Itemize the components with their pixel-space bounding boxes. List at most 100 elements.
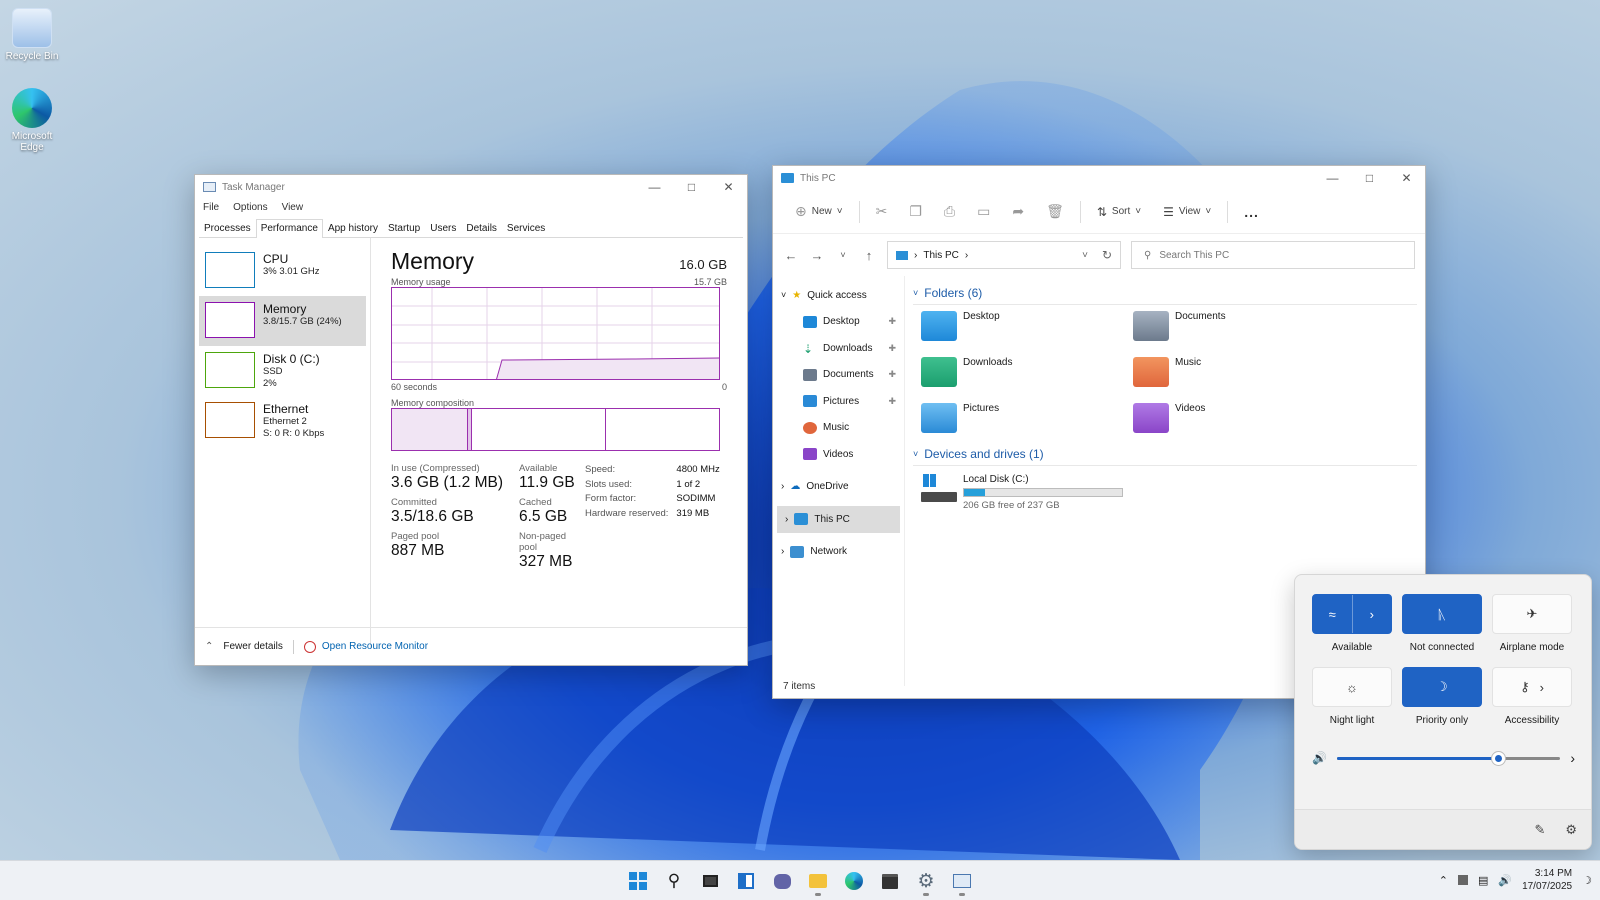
menu-view[interactable]: View bbox=[282, 202, 304, 213]
nav-quick-access[interactable]: ˅ ★ Quick access bbox=[773, 282, 904, 309]
store-taskbar-button[interactable] bbox=[874, 865, 906, 897]
bluetooth-tile[interactable]: ᚣ Not connected bbox=[1402, 594, 1482, 653]
volume-knob[interactable] bbox=[1491, 751, 1505, 765]
tab-services[interactable]: Services bbox=[502, 219, 550, 237]
airplane-mode-tile[interactable]: ✈ Airplane mode bbox=[1492, 594, 1572, 653]
task-manager-titlebar[interactable]: Task Manager — □ ✕ bbox=[195, 175, 747, 199]
forward-arrow-icon[interactable]: → bbox=[809, 248, 825, 263]
airplane-icon[interactable]: ✈ bbox=[1492, 594, 1572, 634]
nav-network[interactable]: › Network bbox=[773, 539, 904, 566]
tab-processes[interactable]: Processes bbox=[199, 219, 256, 237]
folder-documents[interactable]: Documents bbox=[1133, 311, 1345, 347]
nav-documents[interactable]: Documents ✚ bbox=[773, 362, 904, 389]
start-button[interactable] bbox=[622, 865, 654, 897]
folder-videos[interactable]: Videos bbox=[1133, 403, 1345, 439]
tab-performance[interactable]: Performance bbox=[255, 219, 323, 238]
paste-button[interactable]: ⎙ bbox=[938, 199, 961, 224]
sort-button[interactable]: ⇅ Sort ˅ bbox=[1091, 201, 1147, 223]
open-resource-monitor-link[interactable]: Open Resource Monitor bbox=[322, 641, 428, 652]
drive-local-disk-c[interactable]: Local Disk (C:) 206 GB free of 237 GB bbox=[913, 466, 1417, 511]
breadcrumb-this-pc[interactable]: This PC bbox=[923, 250, 959, 261]
explorer-titlebar[interactable]: This PC — □ ✕ bbox=[773, 166, 1425, 190]
search-input[interactable]: ⚲ Search This PC bbox=[1131, 241, 1415, 269]
bluetooth-icon[interactable]: ᚣ bbox=[1402, 594, 1482, 634]
tray-app-icon[interactable] bbox=[1457, 875, 1468, 885]
tab-startup[interactable]: Startup bbox=[383, 219, 425, 237]
nav-videos[interactable]: Videos bbox=[773, 441, 904, 468]
tab-details[interactable]: Details bbox=[461, 219, 502, 237]
folder-music[interactable]: Music bbox=[1133, 357, 1345, 393]
drives-group-header[interactable]: ˅ Devices and drives (1) bbox=[913, 447, 1417, 466]
copy-button[interactable]: ❐ bbox=[903, 199, 928, 224]
chevron-up-icon[interactable]: ⌃ bbox=[1439, 874, 1448, 887]
resource-ethernet[interactable]: Ethernet Ethernet 2 S: 0 R: 0 Kbps bbox=[199, 396, 366, 446]
minimize-button[interactable]: — bbox=[636, 175, 673, 199]
more-options-button[interactable]: ... bbox=[1238, 200, 1265, 224]
nav-music[interactable]: Music bbox=[773, 415, 904, 442]
close-button[interactable]: ✕ bbox=[1388, 166, 1425, 190]
folders-group-header[interactable]: ˅ Folders (6) bbox=[913, 286, 1417, 305]
folder-downloads[interactable]: Downloads bbox=[921, 357, 1133, 393]
chat-button[interactable] bbox=[766, 865, 798, 897]
wifi-expand-chevron-icon[interactable]: › bbox=[1351, 595, 1392, 633]
refresh-icon[interactable]: ↻ bbox=[1102, 248, 1112, 262]
search-button[interactable]: ⚲ bbox=[658, 865, 690, 897]
edge-taskbar-button[interactable] bbox=[838, 865, 870, 897]
wifi-icon[interactable]: ≈ bbox=[1313, 595, 1352, 633]
folder-pictures[interactable]: Pictures bbox=[921, 403, 1133, 439]
address-dropdown-icon[interactable]: ˅ bbox=[1082, 250, 1088, 261]
resource-cpu[interactable]: CPU 3% 3.01 GHz bbox=[199, 246, 366, 296]
settings-taskbar-button[interactable]: ⚙ bbox=[910, 865, 942, 897]
nav-downloads[interactable]: ⇣ Downloads ✚ bbox=[773, 335, 904, 362]
sun-icon[interactable]: ☼ bbox=[1312, 667, 1392, 707]
night-light-tile[interactable]: ☼ Night light bbox=[1312, 667, 1392, 726]
tab-users[interactable]: Users bbox=[425, 219, 461, 237]
accessibility-tile[interactable]: ⚷ › Accessibility bbox=[1492, 667, 1572, 726]
volume-slider[interactable] bbox=[1336, 751, 1561, 765]
menu-file[interactable]: File bbox=[203, 202, 219, 213]
maximize-button[interactable]: □ bbox=[673, 175, 710, 199]
up-arrow-icon[interactable]: ↑ bbox=[861, 248, 877, 263]
chevron-right-icon[interactable]: › bbox=[1570, 750, 1575, 766]
task-view-button[interactable] bbox=[694, 865, 726, 897]
close-button[interactable]: ✕ bbox=[710, 175, 747, 199]
minimize-button[interactable]: — bbox=[1314, 166, 1351, 190]
moon-icon[interactable]: ☽ bbox=[1582, 874, 1592, 887]
pencil-edit-icon[interactable]: ✎ bbox=[1534, 822, 1545, 838]
tab-app-history[interactable]: App history bbox=[323, 219, 383, 237]
menu-options[interactable]: Options bbox=[233, 202, 267, 213]
gear-icon[interactable]: ⚙ bbox=[1565, 822, 1577, 838]
address-bar[interactable]: › This PC › ˅ ↻ bbox=[887, 241, 1121, 269]
resource-disk[interactable]: Disk 0 (C:) SSD 2% bbox=[199, 346, 366, 396]
speaker-icon[interactable]: 🔊 bbox=[1312, 751, 1327, 765]
view-button[interactable]: ☰ View ˅ bbox=[1157, 201, 1217, 223]
task-manager-taskbar-button[interactable] bbox=[946, 865, 978, 897]
file-explorer-taskbar-button[interactable] bbox=[802, 865, 834, 897]
nav-pictures[interactable]: Pictures ✚ bbox=[773, 388, 904, 415]
resource-memory[interactable]: Memory 3.8/15.7 GB (24%) bbox=[199, 296, 366, 346]
focus-assist-tile[interactable]: ☽ Priority only bbox=[1402, 667, 1482, 726]
recycle-bin-desktop-icon[interactable]: Recycle Bin bbox=[0, 8, 64, 62]
edge-desktop-icon[interactable]: Microsoft Edge bbox=[0, 88, 64, 153]
taskbar-clock[interactable]: 3:14 PM 17/07/2025 bbox=[1522, 867, 1572, 893]
widgets-button[interactable] bbox=[730, 865, 762, 897]
recent-chevron-icon[interactable]: ˅ bbox=[835, 250, 851, 260]
cut-button[interactable]: ✂ bbox=[870, 199, 894, 224]
sort-icon: ⇅ bbox=[1096, 204, 1107, 219]
fewer-details-link[interactable]: Fewer details bbox=[223, 641, 282, 652]
delete-button[interactable]: 🗑 bbox=[1040, 199, 1070, 224]
music-icon bbox=[803, 421, 817, 434]
new-button[interactable]: ⊕ New ˅ bbox=[789, 199, 849, 224]
speaker-icon[interactable]: 🔊 bbox=[1498, 874, 1512, 887]
rename-button[interactable]: ▭ bbox=[971, 199, 996, 224]
nav-onedrive[interactable]: › ☁ OneDrive bbox=[773, 474, 904, 501]
nav-this-pc[interactable]: › This PC bbox=[777, 506, 900, 533]
back-arrow-icon[interactable]: ← bbox=[783, 248, 799, 263]
nav-desktop[interactable]: Desktop ✚ bbox=[773, 309, 904, 336]
network-icon[interactable]: ▤ bbox=[1478, 874, 1488, 887]
chevron-up-icon[interactable]: ⌃ bbox=[205, 641, 213, 652]
maximize-button[interactable]: □ bbox=[1351, 166, 1388, 190]
moon-icon[interactable]: ☽ bbox=[1402, 667, 1482, 707]
share-button[interactable]: ➦ bbox=[1006, 199, 1030, 224]
folder-desktop[interactable]: Desktop bbox=[921, 311, 1133, 347]
